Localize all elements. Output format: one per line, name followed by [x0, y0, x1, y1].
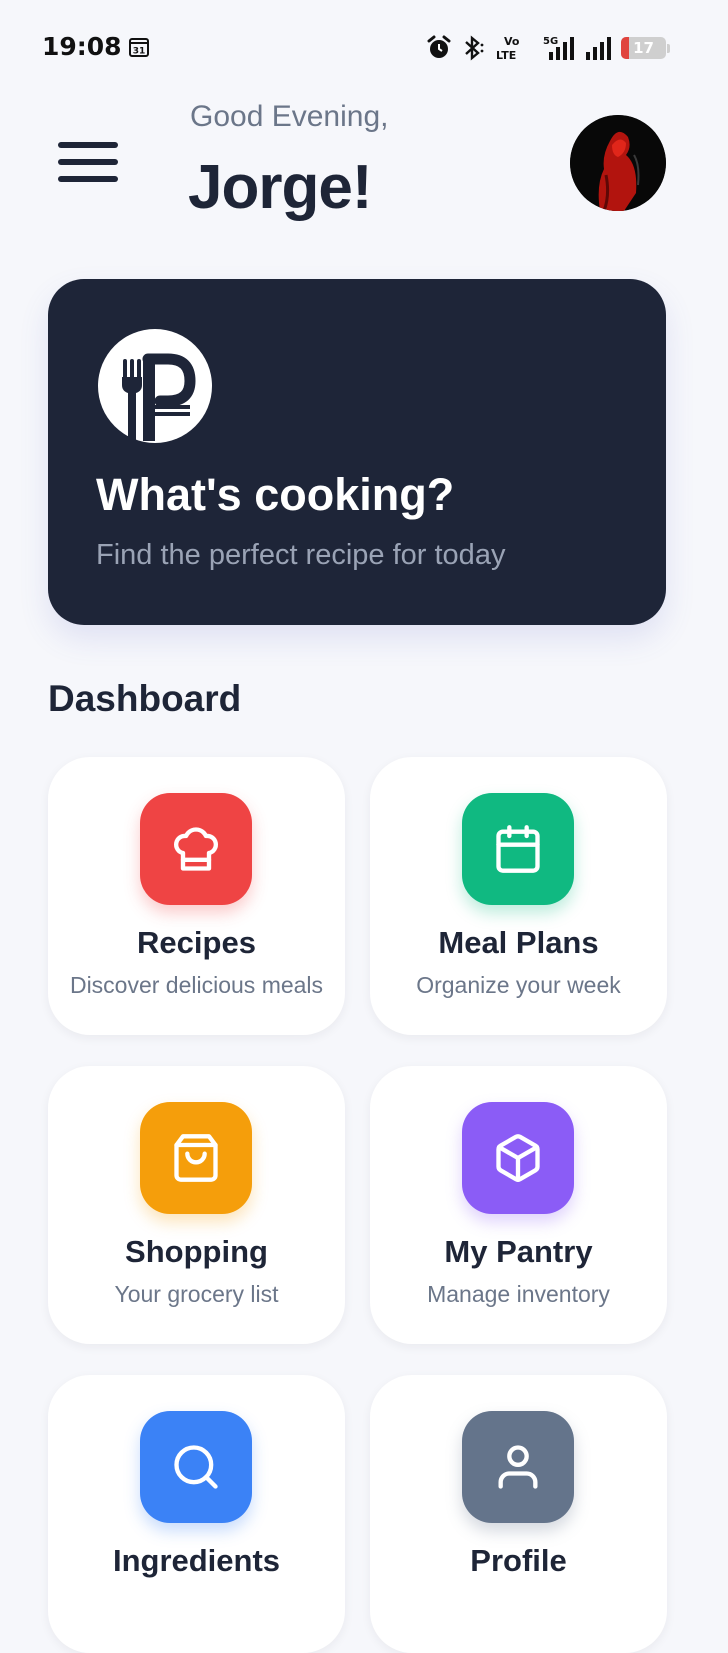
signal-icon: [586, 37, 611, 60]
signal-5g-icon: 5G: [543, 36, 574, 60]
signal-5g-text: 5G: [543, 36, 558, 47]
avatar-image: [570, 115, 666, 211]
app-logo: [98, 329, 212, 443]
tile-subtitle: Manage inventory: [427, 1281, 610, 1307]
user-name: Jorge!: [188, 153, 372, 222]
alarm-icon: [427, 35, 451, 58]
status-icons: Vo LTE 5G 17: [426, 33, 670, 63]
status-bar: 19:08 31 Vo LTE 5G 17: [0, 0, 728, 96]
avatar[interactable]: [570, 115, 666, 211]
volte-icon: Vo LTE: [496, 35, 520, 62]
hero-subtitle: Find the perfect recipe for today: [96, 539, 506, 571]
calendar-icon: [496, 825, 540, 873]
volte-bottom-text: LTE: [496, 49, 516, 62]
tile-subtitle: Organize your week: [416, 972, 621, 998]
battery-level-text: 17: [633, 39, 654, 57]
search-icon: [174, 1445, 218, 1489]
tile-profile[interactable]: Profile: [370, 1375, 667, 1653]
tile-my-pantry[interactable]: My Pantry Manage inventory: [370, 1066, 667, 1344]
tile-meal-plans[interactable]: Meal Plans Organize your week: [370, 757, 667, 1035]
tile-icon-bg: [462, 1102, 574, 1214]
tile-title: Profile: [470, 1543, 567, 1578]
tile-title: Meal Plans: [438, 925, 599, 960]
battery-indicator: 17: [621, 37, 666, 59]
battery-level-fill: [621, 37, 629, 59]
calendar-notification-icon: 31: [129, 38, 149, 57]
tile-icon-bg: [462, 793, 574, 905]
user-icon: [498, 1445, 538, 1489]
hero-title: What's cooking?: [96, 469, 455, 520]
menu-line: [58, 176, 118, 182]
status-time: 19:08: [42, 32, 122, 61]
volte-top-text: Vo: [504, 35, 520, 48]
tile-title: My Pantry: [444, 1234, 593, 1269]
tile-recipes[interactable]: Recipes Discover delicious meals: [48, 757, 345, 1035]
menu-button[interactable]: [58, 142, 118, 186]
tile-title: Shopping: [125, 1234, 268, 1269]
chef-hat-icon: [174, 827, 218, 871]
box-icon: [496, 1134, 540, 1183]
tile-subtitle: Discover delicious meals: [69, 972, 324, 998]
tile-ingredients[interactable]: Ingredients: [48, 1375, 345, 1653]
tile-icon-bg: [140, 1411, 252, 1523]
hero-card[interactable]: What's cooking? Find the perfect recipe …: [48, 279, 666, 625]
menu-line: [58, 142, 118, 148]
fork-plate-logo-icon: [122, 353, 196, 441]
tile-shopping[interactable]: Shopping Your grocery list: [48, 1066, 345, 1344]
tile-title: Ingredients: [112, 1543, 281, 1578]
greeting-text: Good Evening,: [190, 100, 389, 133]
battery-cap: [667, 43, 670, 53]
tile-title: Recipes: [137, 925, 256, 960]
tile-icon-bg: [140, 793, 252, 905]
tile-subtitle: Your grocery list: [114, 1281, 279, 1307]
calendar-notification-day: 31: [133, 47, 146, 57]
bluetooth-icon: [465, 35, 484, 61]
tile-icon-bg: [140, 1102, 252, 1214]
menu-line: [58, 159, 118, 165]
dashboard-title: Dashboard: [48, 678, 242, 719]
tile-icon-bg: [462, 1411, 574, 1523]
shopping-bag-icon: [174, 1134, 218, 1182]
